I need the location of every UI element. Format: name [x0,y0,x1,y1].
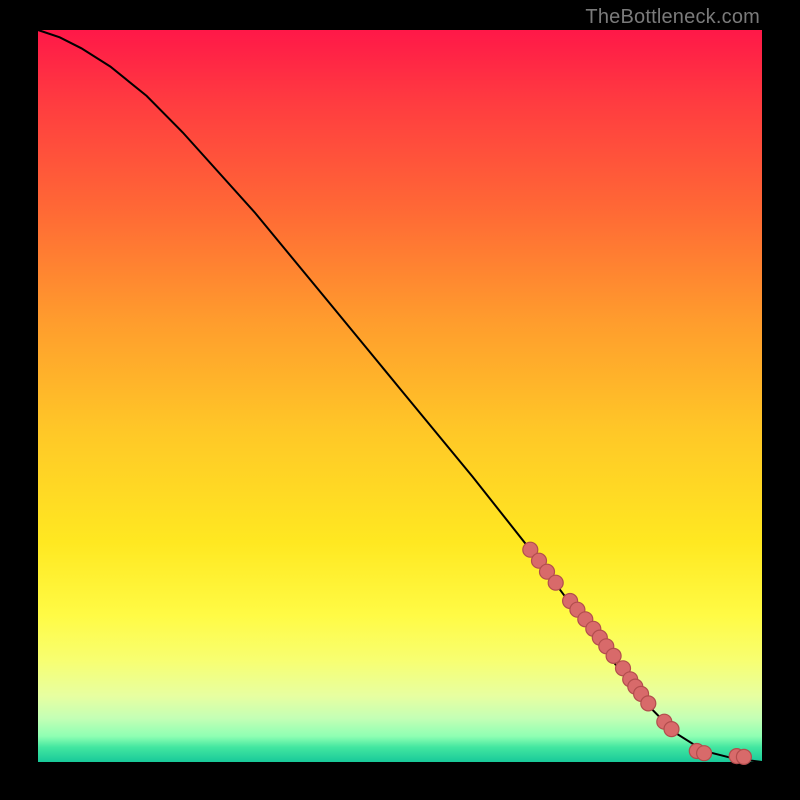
chart-overlay [38,30,762,762]
data-point [736,749,751,764]
attribution-label: TheBottleneck.com [585,6,760,29]
bottleneck-curve [38,30,762,762]
scatter-points [523,542,752,764]
chart-frame: TheBottleneck.com [0,0,800,800]
plot-area [38,30,762,762]
data-point [548,575,563,590]
data-point [664,722,679,737]
data-point [697,746,712,761]
data-point [606,648,621,663]
data-point [641,696,656,711]
